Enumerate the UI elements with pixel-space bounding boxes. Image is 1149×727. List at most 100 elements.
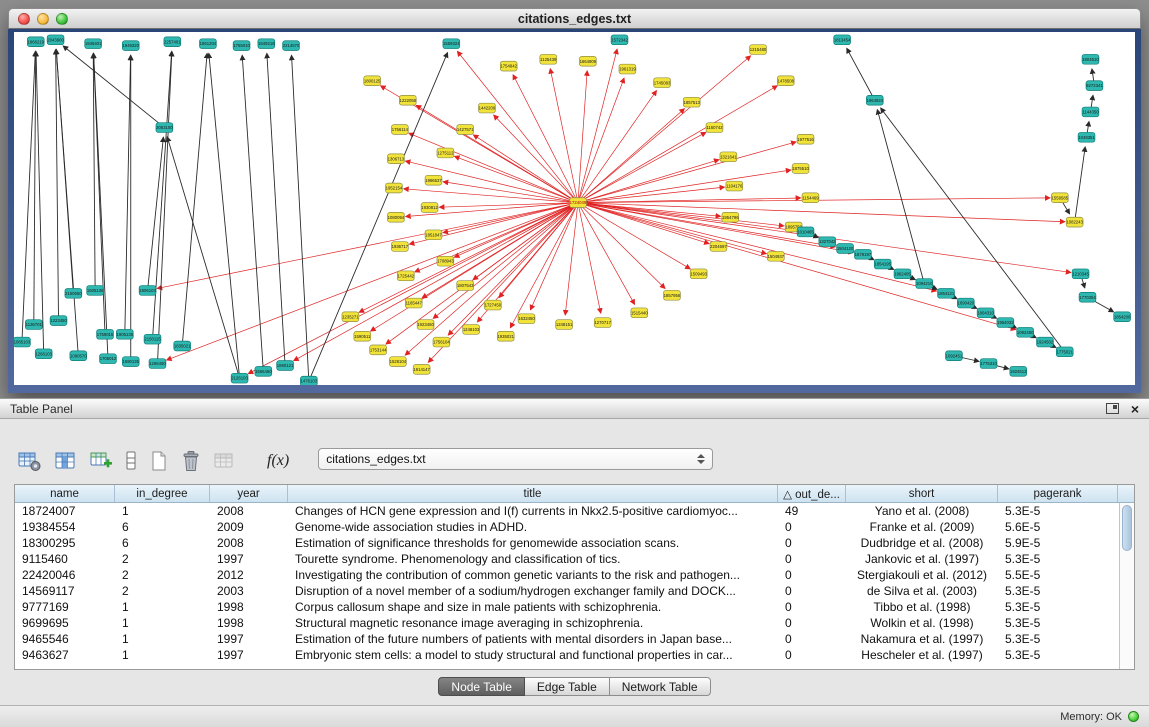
cell-year[interactable]: 1997 [210,632,288,646]
column-header-short[interactable]: short [846,485,998,502]
cell-name[interactable]: 18724007 [15,504,115,518]
network-node[interactable]: 1248103 [463,325,480,335]
network-node[interactable]: 1724049 [570,198,587,208]
cell-name[interactable]: 14569117 [15,584,115,598]
cell-short[interactable]: Yano et al. (2008) [846,504,998,518]
network-node[interactable]: 1566450 [255,366,272,376]
close-window-button[interactable] [18,13,30,25]
table-row[interactable]: 946554611997Estimation of the future num… [15,631,1134,647]
network-svg[interactable]: 1724049175484211254391664909196131917450… [14,32,1135,385]
cell-in_degree[interactable]: 6 [115,536,210,550]
network-node[interactable]: 1270717 [594,318,611,328]
cell-year[interactable]: 2009 [210,520,288,534]
create-column-icon[interactable] [90,446,112,472]
network-node[interactable]: 2214570 [283,41,300,51]
network-node[interactable]: 1136701 [25,320,42,330]
table-source-dropdown[interactable]: citations_edges.txt [318,448,713,470]
network-node[interactable]: 1905135 [116,329,133,339]
cell-title[interactable]: Investigating the contribution of common… [288,568,778,582]
network-node[interactable]: 1094210 [916,279,933,289]
network-node[interactable]: 1144350 [1082,107,1099,117]
network-node[interactable]: 1125439 [540,54,557,64]
network-node[interactable]: 1961319 [619,64,636,74]
network-node[interactable]: 1745083 [654,78,671,88]
cell-out_degree[interactable]: 0 [778,648,846,662]
network-node[interactable]: 1890121 [277,361,294,371]
network-node[interactable]: 1954032 [997,318,1014,328]
cell-year[interactable]: 2003 [210,584,288,598]
cell-title[interactable]: Disruption of a novel member of a sodium… [288,584,778,598]
network-node[interactable]: 9272341 [1086,81,1103,91]
cell-pagerank[interactable]: 5.3E-5 [998,584,1118,598]
network-node[interactable]: 1923450 [417,320,434,330]
network-node[interactable]: 1505135 [87,286,104,296]
network-node[interactable]: 1800125 [364,76,381,86]
table-row[interactable]: 2242004622012Investigating the contribut… [15,567,1134,583]
new-file-icon[interactable] [150,446,168,472]
cell-pagerank[interactable]: 5.6E-5 [998,520,1118,534]
network-node[interactable]: 1866219 [27,37,44,47]
network-node[interactable]: 1775310 [980,359,997,369]
network-node[interactable]: 1442209 [479,103,496,113]
network-node[interactable]: 1861204 [200,39,217,49]
network-node[interactable]: 1935021 [497,331,514,341]
network-node[interactable]: 1504120 [837,244,854,254]
network-node[interactable]: 1804510 [1082,54,1099,64]
cell-name[interactable]: 18300295 [15,536,115,550]
network-node[interactable]: 1154469 [802,193,819,203]
network-node[interactable]: 1708943 [437,256,454,266]
network-node[interactable]: 1160742 [706,123,723,133]
table-row[interactable]: 1938455462009Genome-wide association stu… [15,519,1134,535]
network-node[interactable]: 1082243 [1066,217,1083,227]
cell-short[interactable]: Nakamura et al. (1997) [846,632,998,646]
cell-year[interactable]: 1998 [210,616,288,630]
network-node[interactable]: 1977516 [797,134,814,144]
table-row[interactable]: 1456911722003Disruption of a novel membe… [15,583,1134,599]
cell-in_degree[interactable]: 1 [115,632,210,646]
network-node[interactable]: 1266450 [149,359,166,369]
table-mode-icon[interactable] [18,446,42,472]
column-header-pagerank[interactable]: pagerank [998,485,1118,502]
cell-short[interactable]: Franke et al. (2009) [846,520,998,534]
cell-title[interactable]: Estimation of the future numbers of pati… [288,632,778,646]
network-node[interactable]: 1924513 [1010,366,1027,376]
column-header-out_degree[interactable]: △ out_de... [778,485,846,502]
table-row[interactable]: 969969511998Structural magnetic resonanc… [15,615,1134,631]
cell-name[interactable]: 9699695 [15,616,115,630]
network-node[interactable]: 1906103 [139,286,156,296]
network-node[interactable]: 1215480 [750,45,767,55]
network-node[interactable]: 1509493 [690,269,707,279]
table-row[interactable]: 1830029562008Estimation of significance … [15,535,1134,551]
network-node[interactable]: 1851847 [425,230,442,240]
network-node[interactable]: 1222058 [399,95,416,105]
cell-title[interactable]: Genome-wide association studies in ADHD. [288,520,778,534]
cell-name[interactable]: 9777169 [15,600,115,614]
network-node[interactable]: 1875510 [792,164,809,174]
zoom-window-button[interactable] [56,13,68,25]
network-node[interactable]: 1756104 [433,337,450,347]
network-node[interactable]: 1727450 [484,300,501,310]
network-node[interactable]: 1090570 [70,351,87,361]
network-node[interactable]: 1755010 [233,41,250,51]
network-node[interactable]: 1104176 [726,181,743,191]
network-node[interactable]: 1854121 [938,288,955,298]
cell-pagerank[interactable]: 5.5E-5 [998,568,1118,582]
network-node[interactable]: 1049351 [1078,132,1095,142]
network-node[interactable]: 1775021 [1056,347,1073,357]
network-node[interactable]: 1770354 [1079,292,1096,302]
network-node[interactable]: 1476103 [300,376,317,385]
network-node[interactable]: 1590135 [122,357,139,367]
network-node[interactable]: 1756114 [391,125,408,135]
table-row[interactable]: 911546021997Tourette syndrome. Phenomeno… [15,551,1134,567]
network-canvas[interactable]: 1724049175484211254391664909196131917450… [14,32,1135,385]
network-node[interactable]: 1936401 [85,39,102,49]
cell-in_degree[interactable]: 1 [115,648,210,662]
network-node[interactable]: 1504937 [767,251,784,261]
network-node[interactable]: 1954796 [722,212,739,222]
network-node[interactable]: 2150115 [144,334,161,344]
cell-pagerank[interactable]: 5.3E-5 [998,600,1118,614]
network-node[interactable]: 1235271 [342,312,359,322]
network-node[interactable]: 1849216 [258,39,275,49]
function-builder-icon[interactable]: f(x) [267,446,289,472]
network-node[interactable]: 1664909 [579,56,596,66]
